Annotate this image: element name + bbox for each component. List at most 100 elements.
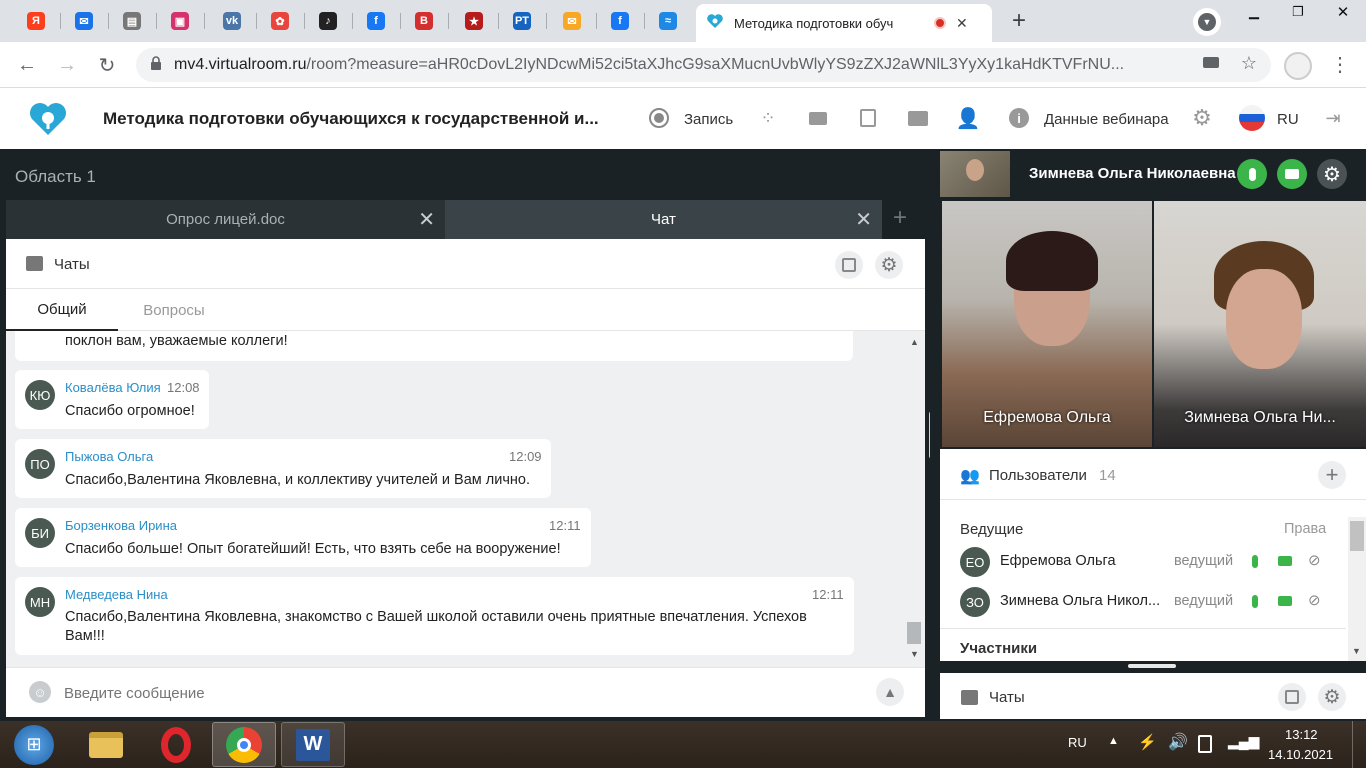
message-author[interactable]: Ковалёва Юлия	[65, 380, 161, 395]
message-list[interactable]: поклон вам, уважаемые коллеги! КЮ Ковалё…	[6, 331, 925, 667]
new-tab-button[interactable]: +	[1004, 7, 1034, 35]
profile-avatar[interactable]	[1284, 52, 1312, 80]
popout-icon[interactable]	[1278, 683, 1306, 711]
camera-on-icon[interactable]	[1277, 159, 1307, 189]
language-indicator[interactable]: RU	[1068, 735, 1087, 750]
tab-search-button[interactable]: ▼	[1193, 8, 1221, 36]
webinar-data-label[interactable]: Данные вебинара	[1044, 111, 1169, 128]
pinned-tab[interactable]: ★	[458, 6, 490, 36]
close-icon[interactable]: ✕	[418, 207, 435, 232]
screen-share-disabled-icon[interactable]: ⊘	[1308, 551, 1321, 569]
video-tile[interactable]: Ефремова Ольга	[942, 201, 1152, 447]
pinned-tab[interactable]: ♪	[312, 6, 344, 36]
list-item[interactable]: ЕО Ефремова Ольга ведущий ⊘	[960, 545, 1340, 581]
battery-icon[interactable]	[1198, 735, 1212, 753]
notes-icon[interactable]	[855, 105, 881, 131]
layout-grid-icon[interactable]: ⁘	[755, 105, 781, 131]
pinned-tab[interactable]: ▤	[116, 6, 148, 36]
pinned-tab[interactable]: РТ	[506, 6, 538, 36]
tab-questions[interactable]: Вопросы	[124, 289, 224, 331]
info-icon[interactable]: i	[1006, 105, 1032, 131]
chrome-button[interactable]	[212, 722, 276, 767]
microphone-icon[interactable]	[1252, 555, 1258, 568]
self-video-thumbnail[interactable]	[940, 151, 1010, 197]
pinned-tab[interactable]: ✿	[264, 6, 296, 36]
minimize-button[interactable]: ▁	[1231, 0, 1277, 24]
start-button[interactable]: ⊞	[6, 722, 62, 767]
tab-chat[interactable]: Чат ✕	[445, 200, 882, 239]
emoji-icon[interactable]: ☺	[29, 681, 51, 703]
forward-button[interactable]: →	[52, 50, 82, 80]
video-tile[interactable]: Зимнева Ольга Ни...	[1154, 201, 1366, 447]
record-label[interactable]: Запись	[684, 111, 733, 128]
pinned-tab[interactable]: ✉	[556, 6, 588, 36]
clock-time[interactable]: 13:12	[1285, 727, 1318, 742]
pinned-tab[interactable]: vk	[216, 6, 248, 36]
close-window-button[interactable]: ✕	[1320, 0, 1366, 24]
clock-date[interactable]: 14.10.2021	[1268, 747, 1333, 762]
scroll-thumb[interactable]	[907, 622, 921, 644]
pinned-tab[interactable]: ▣	[164, 6, 196, 36]
camera-icon[interactable]	[1278, 596, 1292, 606]
screen-share-disabled-icon[interactable]: ⊘	[1308, 591, 1321, 609]
show-desktop-button[interactable]	[1352, 721, 1366, 768]
camera-icon[interactable]	[1278, 556, 1292, 566]
pinned-tab[interactable]: f	[360, 6, 392, 36]
update-icon[interactable]: ⚡	[1138, 733, 1157, 751]
restore-button[interactable]: ❐	[1275, 0, 1321, 24]
video-participant-name: Ефремова Ольга	[983, 409, 1111, 426]
scrollbar[interactable]: ▼	[1348, 517, 1366, 661]
russian-flag-icon[interactable]	[1239, 105, 1265, 131]
user-settings-icon[interactable]: 👤	[955, 105, 981, 131]
scroll-down-icon[interactable]: ▼	[1352, 646, 1361, 656]
camera-icon[interactable]	[1203, 57, 1219, 68]
word-button[interactable]: W	[281, 722, 345, 767]
close-icon[interactable]: ✕	[855, 207, 872, 232]
record-icon[interactable]	[646, 105, 672, 131]
folder-icon[interactable]	[905, 105, 931, 131]
pinned-tab[interactable]: f	[604, 6, 636, 36]
language-label[interactable]: RU	[1277, 111, 1299, 128]
show-hidden-icons-icon[interactable]: ▲	[1108, 735, 1119, 747]
reload-button[interactable]: ↻	[92, 50, 122, 80]
scroll-up-icon[interactable]: ▲	[910, 337, 919, 347]
scrollbar[interactable]: ▲ ▼	[905, 331, 925, 667]
network-signal-icon[interactable]: ▂▄▆	[1228, 733, 1259, 750]
pinned-tab[interactable]: ✉	[68, 6, 100, 36]
add-tab-button[interactable]: +	[893, 204, 907, 232]
send-button[interactable]: ▲	[876, 678, 904, 706]
list-item[interactable]: ЗО Зимнева Ольга Никол... ведущий ⊘	[960, 585, 1340, 621]
address-bar[interactable]: mv4.virtualroom.ru/room?measure=aHR0cDov…	[136, 48, 1271, 82]
opera-button[interactable]	[144, 722, 208, 767]
microphone-on-icon[interactable]	[1237, 159, 1267, 189]
explorer-button[interactable]	[74, 722, 138, 767]
message-input[interactable]	[64, 680, 864, 706]
scroll-down-icon[interactable]: ▼	[910, 649, 919, 659]
tab-general[interactable]: Общий	[6, 289, 118, 331]
pinned-tab[interactable]: ≈	[652, 6, 684, 36]
virtualroom-logo-icon[interactable]	[28, 101, 68, 142]
chat-settings-icon[interactable]: ⚙	[1318, 683, 1346, 711]
pinned-tab[interactable]: Я	[20, 6, 52, 36]
tab-document[interactable]: Опрос лицей.doc ✕	[6, 200, 445, 239]
active-browser-tab[interactable]: Методика подготовки обуч ✕	[696, 4, 992, 42]
message-author[interactable]: Медведева Нина	[65, 587, 168, 602]
media-settings-icon[interactable]: ⚙	[1317, 159, 1347, 189]
microphone-icon[interactable]	[1252, 595, 1258, 608]
pinned-tab[interactable]: B	[408, 6, 440, 36]
back-button[interactable]: ←	[12, 50, 42, 80]
screen-share-icon[interactable]	[805, 105, 831, 131]
chat-settings-icon[interactable]: ⚙	[875, 251, 903, 279]
scroll-thumb[interactable]	[1350, 521, 1364, 551]
browser-menu-icon[interactable]: ⋮	[1330, 52, 1350, 78]
exit-icon[interactable]: ⇥	[1320, 105, 1346, 131]
add-user-button[interactable]: +	[1318, 461, 1346, 489]
message-author[interactable]: Пыжова Ольга	[65, 449, 153, 464]
panel-resize-handle[interactable]	[1128, 664, 1176, 668]
volume-icon[interactable]: 🔊	[1168, 732, 1188, 752]
settings-gear-icon[interactable]: ⚙	[1189, 105, 1215, 131]
bookmark-star-icon[interactable]: ☆	[1241, 53, 1257, 74]
message-author[interactable]: Борзенкова Ирина	[65, 518, 177, 533]
close-tab-icon[interactable]: ✕	[956, 15, 968, 32]
popout-icon[interactable]	[835, 251, 863, 279]
